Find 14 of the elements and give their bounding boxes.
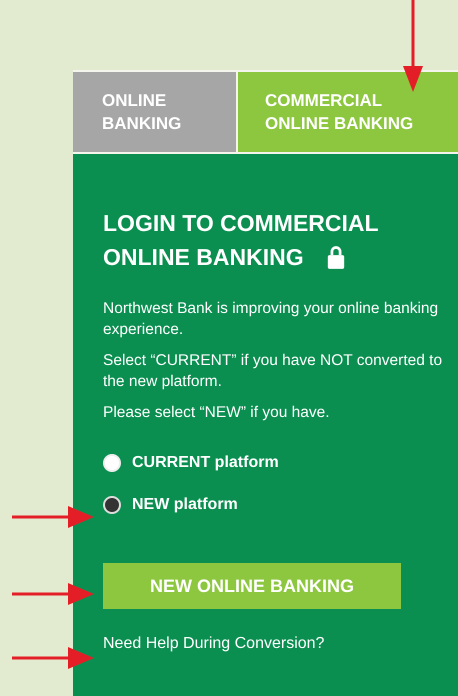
login-title: LOGIN TO COMMERCIAL	[103, 209, 379, 238]
tab[interactable]: COMMERCIAL ONLINE BANKING	[236, 72, 458, 152]
help-link[interactable]: Need Help During Conversion?	[103, 635, 324, 653]
login-title: ONLINE BANKING	[103, 243, 304, 272]
tab[interactable]: ONLINE BANKING	[73, 72, 236, 152]
radio-button[interactable]	[103, 496, 121, 514]
info-text: Northwest Bank is improving your online banking experience.	[103, 299, 440, 340]
radio-button[interactable]	[103, 454, 121, 472]
info-text: Select “CURRENT” if you have NOT converted to the new platform.	[103, 351, 444, 392]
radio-label: NEW platform	[132, 495, 238, 515]
radio-label: CURRENT platform	[132, 453, 279, 473]
info-text: Please select “NEW” if you have.	[103, 403, 331, 423]
new-online-banking-button[interactable]: NEW ONLINE BANKING	[103, 563, 401, 609]
lock-icon	[326, 245, 346, 269]
